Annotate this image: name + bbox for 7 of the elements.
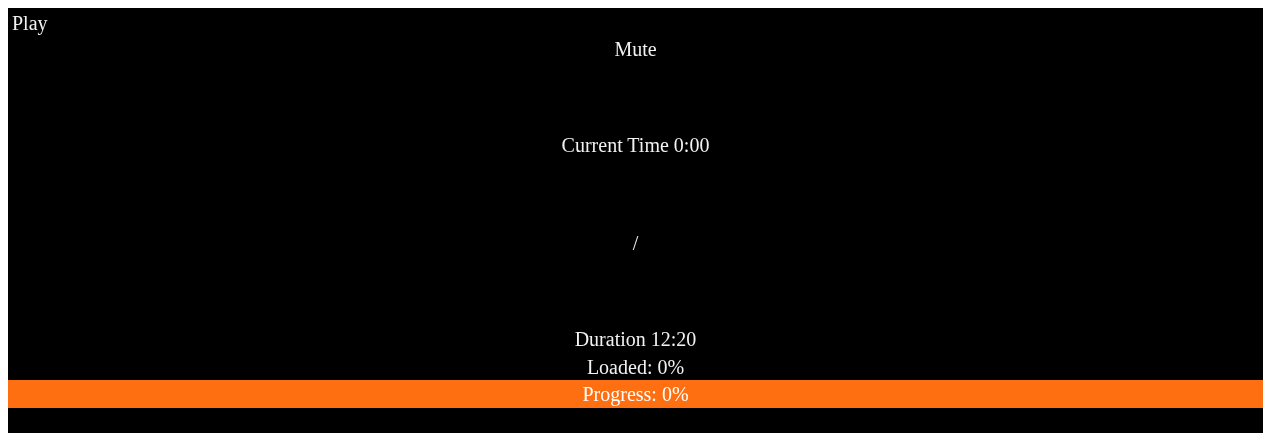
mute-button[interactable]: Mute — [610, 36, 661, 62]
loaded-percent: Loaded: 0% — [586, 355, 685, 380]
play-button[interactable]: Play — [8, 10, 52, 36]
progress-readout: Progress: 0% — [8, 380, 1263, 408]
current-time: Current Time 0:00 — [561, 133, 710, 158]
time-separator: / — [632, 231, 639, 256]
duration: Duration 12:20 — [574, 327, 697, 352]
